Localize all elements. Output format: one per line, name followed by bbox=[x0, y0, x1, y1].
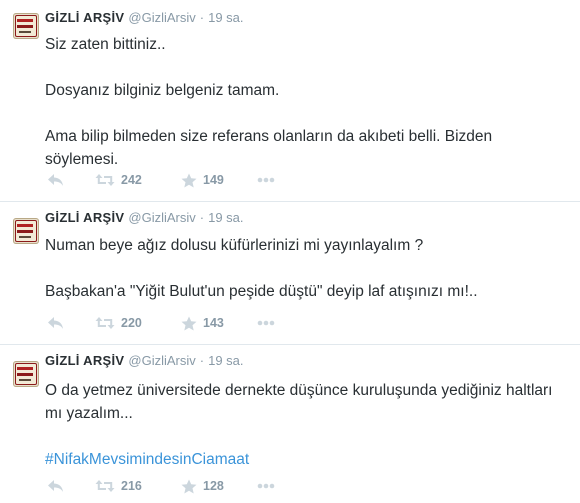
retweet-count: 220 bbox=[121, 316, 142, 330]
retweet-count: 242 bbox=[121, 173, 142, 187]
tweet-text: Siz zaten bittiniz.. Dosyanız bilginiz b… bbox=[45, 33, 565, 171]
reply-icon bbox=[48, 317, 63, 329]
tweet-paragraph: Numan beye ağız dolusu küfürlerinizi mi … bbox=[45, 237, 424, 254]
tweet-paragraph: O da yetmez üniversitede dernekte düşünc… bbox=[45, 382, 553, 422]
retweet-icon bbox=[95, 174, 115, 186]
more-icon bbox=[257, 177, 275, 183]
tweet-time[interactable]: 19 sa. bbox=[208, 10, 243, 25]
separator-dot: · bbox=[199, 353, 205, 368]
favorite-count: 149 bbox=[203, 173, 224, 187]
reply-icon bbox=[48, 174, 63, 186]
tweet-header: GİZLİ ARŞİV @GizliArsiv · 19 sa. bbox=[45, 9, 244, 27]
retweet-count: 216 bbox=[121, 479, 142, 493]
more-button[interactable] bbox=[257, 476, 275, 496]
author-name[interactable]: GİZLİ ARŞİV bbox=[45, 353, 124, 368]
more-button[interactable] bbox=[257, 170, 275, 190]
favorite-button[interactable]: 128 bbox=[181, 476, 224, 496]
tweet-time[interactable]: 19 sa. bbox=[208, 353, 243, 368]
retweet-button[interactable]: 242 bbox=[95, 170, 142, 190]
more-icon bbox=[257, 320, 275, 326]
reply-button[interactable] bbox=[47, 476, 64, 496]
author-handle[interactable]: @GizliArsiv bbox=[128, 210, 195, 225]
author-name[interactable]: GİZLİ ARŞİV bbox=[45, 210, 124, 225]
more-button[interactable] bbox=[257, 313, 275, 333]
star-icon bbox=[181, 316, 197, 330]
retweet-button[interactable]: 220 bbox=[95, 313, 142, 333]
tweet: GİZLİ ARŞİV @GizliArsiv · 19 sa. O da yetme… bbox=[0, 345, 580, 503]
star-icon bbox=[181, 479, 197, 493]
hashtag-link[interactable]: #NifakMevsimindesinCiamaat bbox=[45, 448, 565, 471]
tweet-actions: 216 128 bbox=[45, 476, 345, 496]
reply-icon bbox=[48, 480, 63, 492]
favorite-button[interactable]: 143 bbox=[181, 313, 224, 333]
tweet: GİZLİ ARŞİV @GizliArsiv · 19 sa. Siz zaten … bbox=[0, 0, 580, 202]
tweet: GİZLİ ARŞİV @GizliArsiv · 19 sa. Numan beye… bbox=[0, 202, 580, 345]
avatar[interactable] bbox=[13, 218, 39, 244]
reply-button[interactable] bbox=[47, 170, 64, 190]
tweet-paragraph: Dosyanız bilginiz belgeniz tamam. bbox=[45, 82, 280, 99]
reply-button[interactable] bbox=[47, 313, 64, 333]
author-handle[interactable]: @GizliArsiv bbox=[128, 353, 195, 368]
tweet-paragraph: Siz zaten bittiniz.. bbox=[45, 36, 166, 53]
retweet-icon bbox=[95, 480, 115, 492]
tweet-time[interactable]: 19 sa. bbox=[208, 210, 243, 225]
separator-dot: · bbox=[199, 10, 205, 25]
star-icon bbox=[181, 173, 197, 187]
author-name[interactable]: GİZLİ ARŞİV bbox=[45, 10, 124, 25]
avatar[interactable] bbox=[13, 13, 39, 39]
tweet-actions: 220 143 bbox=[45, 313, 345, 333]
favorite-count: 143 bbox=[203, 316, 224, 330]
tweet-text: Numan beye ağız dolusu küfürlerinizi mi … bbox=[45, 234, 565, 303]
tweet-header: GİZLİ ARŞİV @GizliArsiv · 19 sa. bbox=[45, 209, 244, 227]
separator-dot: · bbox=[199, 210, 205, 225]
tweet-header: GİZLİ ARŞİV @GizliArsiv · 19 sa. bbox=[45, 352, 244, 370]
avatar[interactable] bbox=[13, 361, 39, 387]
author-handle[interactable]: @GizliArsiv bbox=[128, 10, 195, 25]
retweet-button[interactable]: 216 bbox=[95, 476, 142, 496]
retweet-icon bbox=[95, 317, 115, 329]
tweet-paragraph: Ama bilip bilmeden size referans olanlar… bbox=[45, 128, 493, 168]
favorite-button[interactable]: 149 bbox=[181, 170, 224, 190]
favorite-count: 128 bbox=[203, 479, 224, 493]
tweet-paragraph: Başbakan'a "Yiğit Bulut'un peşide düştü"… bbox=[45, 283, 478, 300]
tweet-text: O da yetmez üniversitede dernekte düşünc… bbox=[45, 379, 565, 471]
more-icon bbox=[257, 483, 275, 489]
tweet-actions: 242 149 bbox=[45, 170, 345, 190]
